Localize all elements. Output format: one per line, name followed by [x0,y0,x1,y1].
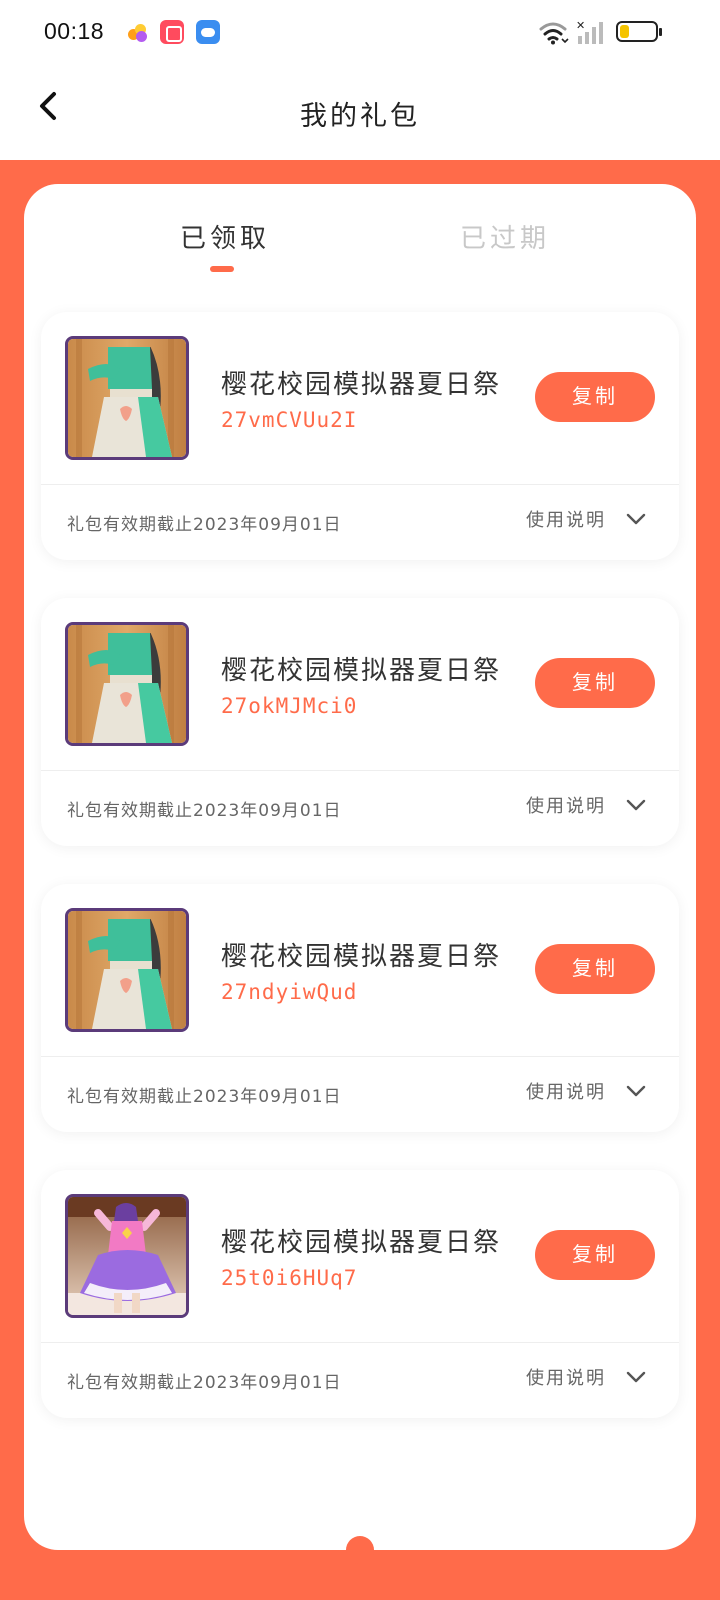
panel-notch [346,1536,374,1564]
gift-expiry: 礼包有效期截止2023年09月01日 [67,1087,342,1107]
game-thumbnail [65,336,189,460]
cloud-app-icon [196,20,220,44]
gift-expiry: 礼包有效期截止2023年09月01日 [67,1373,342,1393]
app-notification-icon [126,20,150,44]
gift-name: 樱花校园模拟器夏日祭 [221,370,502,400]
gift-card: 樱花校园模拟器夏日祭 25t0i6HUq7 复制 礼包有效期截止2023年09月… [41,1170,679,1418]
gift-card: 樱花校园模拟器夏日祭 27okMJMci0 复制 礼包有效期截止2023年09月… [41,598,679,846]
game-thumbnail [65,1194,189,1318]
usage-instructions-toggle[interactable]: 使用说明 [526,506,647,536]
divider [41,1342,679,1343]
tab-expired[interactable]: 已过期 [460,218,550,255]
divider [41,770,679,771]
page-title: 我的礼包 [300,101,420,132]
gift-expiry: 礼包有效期截止2023年09月01日 [67,801,342,821]
game-thumbnail [65,622,189,746]
gift-card: 樱花校园模拟器夏日祭 27vmCVUu2I 复制 礼包有效期截止2023年09月… [41,312,679,560]
gift-code: 27okMJMci0 [221,694,358,718]
chevron-down-icon [626,1085,646,1097]
svg-text:✕: ✕ [576,20,585,32]
divider [41,484,679,485]
chevron-down-icon [626,799,646,811]
usage-label: 使用说明 [526,1082,606,1103]
chevron-down-icon [626,1371,646,1383]
gift-name: 樱花校园模拟器夏日祭 [221,656,502,686]
usage-instructions-toggle[interactable]: 使用说明 [526,792,647,822]
copy-button[interactable]: 复制 [535,658,655,708]
usage-instructions-toggle[interactable]: 使用说明 [526,1364,647,1394]
gift-card: 樱花校园模拟器夏日祭 27ndyiwQud 复制 礼包有效期截止2023年09月… [41,884,679,1132]
usage-instructions-toggle[interactable]: 使用说明 [526,1078,647,1108]
battery-icon [616,21,662,42]
usage-label: 使用说明 [526,510,606,531]
tab-active-indicator [210,266,234,272]
gift-code: 27vmCVUu2I [221,408,358,432]
status-bar: 00:18 ✕ [0,0,720,64]
battery-level [620,25,629,38]
game-thumbnail [65,908,189,1032]
gift-name: 樱花校园模拟器夏日祭 [221,1228,502,1258]
gift-name: 樱花校园模拟器夏日祭 [221,942,502,972]
gift-expiry: 礼包有效期截止2023年09月01日 [67,515,342,535]
title-bar: 我的礼包 [0,64,720,160]
divider [41,1056,679,1057]
status-time: 00:18 [44,18,105,44]
wifi-icon: ✕ [539,20,603,45]
copy-button[interactable]: 复制 [535,372,655,422]
copy-button[interactable]: 复制 [535,944,655,994]
app-notification-icon [160,20,184,44]
gift-code: 25t0i6HUq7 [221,1266,358,1290]
tab-received[interactable]: 已领取 [180,218,270,255]
usage-label: 使用说明 [526,1368,606,1389]
copy-button[interactable]: 复制 [535,1230,655,1280]
chevron-down-icon [626,513,646,525]
usage-label: 使用说明 [526,796,606,817]
gift-code: 27ndyiwQud [221,980,358,1004]
